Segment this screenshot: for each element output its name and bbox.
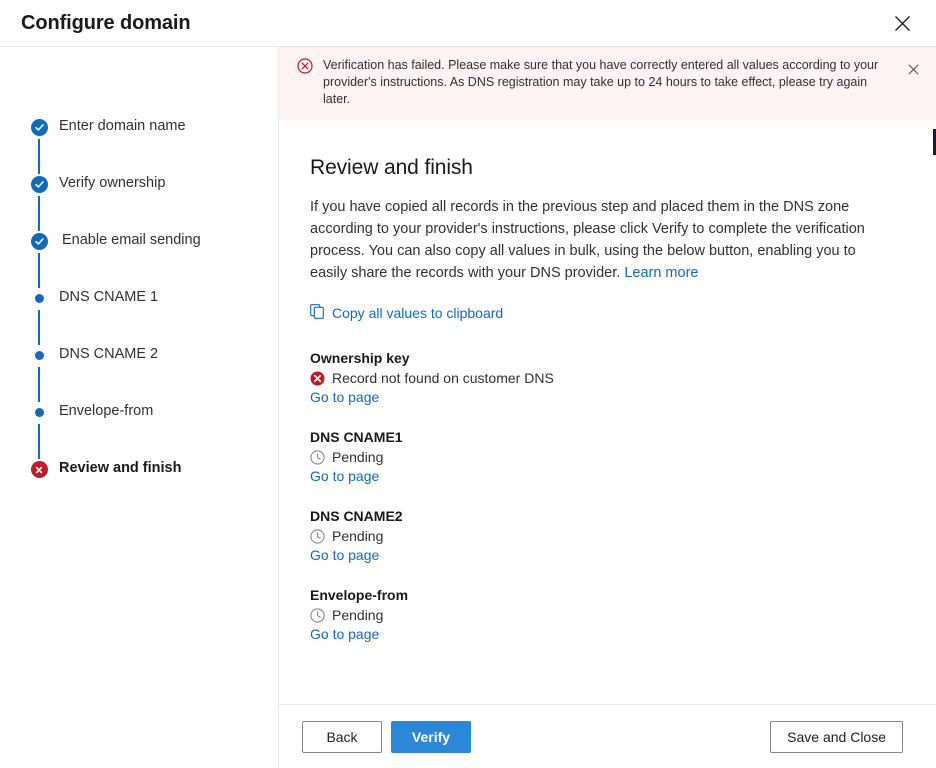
dot-icon	[35, 294, 44, 303]
wizard-rail: Enter domain name Verify ownership	[0, 47, 279, 768]
error-banner: Verification has failed. Please make sur…	[279, 47, 936, 120]
step-connector	[38, 139, 40, 174]
learn-more-link[interactable]: Learn more	[624, 265, 698, 281]
go-to-page-link[interactable]: Go to page	[310, 547, 379, 563]
step-marker	[30, 459, 48, 478]
go-to-page-link[interactable]: Go to page	[310, 626, 379, 642]
record-item-envelope-from: Envelope-from Pending Go t	[310, 587, 896, 644]
wizard-step-list: Enter domain name Verify ownership	[0, 117, 278, 478]
record-status: Pending	[310, 528, 896, 544]
sidebar-item-label: Envelope-from	[48, 402, 153, 421]
step-connector	[38, 196, 40, 231]
verify-button[interactable]: Verify	[391, 721, 471, 753]
sidebar-item-enter-domain-name[interactable]: Enter domain name	[30, 117, 278, 174]
step-connector	[38, 310, 40, 345]
record-item-dns-cname2: DNS CNAME2 Pending Go to p	[310, 508, 896, 565]
dialog-body: Enter domain name Verify ownership	[0, 47, 936, 768]
copy-icon	[310, 304, 325, 322]
dismiss-icon[interactable]	[902, 58, 924, 80]
record-status: Record not found on customer DNS	[310, 370, 896, 386]
copy-all-values-button[interactable]: Copy all values to clipboard	[310, 304, 503, 322]
sidebar-item-envelope-from[interactable]: Envelope-from	[30, 402, 278, 459]
record-title: Ownership key	[310, 350, 896, 366]
step-marker	[30, 402, 48, 417]
sidebar-item-label: Review and finish	[48, 459, 181, 478]
step-marker	[30, 288, 48, 303]
step-connector	[38, 424, 40, 459]
dot-icon	[35, 351, 44, 360]
dialog-footer: Back Verify Save and Close	[279, 704, 936, 768]
copy-all-values-label: Copy all values to clipboard	[332, 305, 503, 321]
sidebar-item-label: Enable email sending	[48, 231, 201, 250]
back-button[interactable]: Back	[302, 721, 382, 753]
record-item-ownership-key: Ownership key Record not found on custom…	[310, 350, 896, 407]
dismiss-icon-glyph	[908, 64, 919, 75]
step-connector	[38, 367, 40, 402]
content-scroll-area: Verification has failed. Please make sur…	[279, 47, 936, 704]
record-status: Pending	[310, 607, 896, 623]
check-circle-icon	[31, 176, 48, 193]
clock-icon	[310, 608, 325, 623]
step-marker	[30, 117, 48, 136]
configure-domain-dialog: Configure domain Enter domain name	[0, 0, 936, 768]
sidebar-item-label: DNS CNAME 2	[48, 345, 158, 364]
record-title: Envelope-from	[310, 587, 896, 603]
page-title: Configure domain	[21, 12, 191, 35]
sidebar-item-dns-cname-1[interactable]: DNS CNAME 1	[30, 288, 278, 345]
save-and-close-button[interactable]: Save and Close	[770, 721, 903, 753]
record-status-label: Pending	[332, 607, 383, 623]
step-connector	[38, 253, 40, 288]
footer-left-actions: Back Verify	[302, 721, 471, 753]
sidebar-item-label: Enter domain name	[48, 117, 186, 136]
close-icon-glyph	[894, 15, 911, 32]
clock-icon	[310, 450, 325, 465]
go-to-page-link[interactable]: Go to page	[310, 468, 379, 484]
step-marker	[30, 345, 48, 360]
go-to-page-link[interactable]: Go to page	[310, 389, 379, 405]
record-item-dns-cname1: DNS CNAME1 Pending Go to p	[310, 429, 896, 486]
step-marker	[30, 174, 48, 193]
record-status-label: Pending	[332, 528, 383, 544]
sidebar-item-label: DNS CNAME 1	[48, 288, 158, 307]
dialog-titlebar: Configure domain	[0, 0, 936, 47]
check-circle-icon	[31, 119, 48, 136]
sidebar-item-enable-email-sending[interactable]: Enable email sending	[30, 231, 278, 288]
sidebar-item-dns-cname-2[interactable]: DNS CNAME 2	[30, 345, 278, 402]
sidebar-item-verify-ownership[interactable]: Verify ownership	[30, 174, 278, 231]
error-circle-icon	[297, 58, 313, 79]
close-icon[interactable]	[882, 4, 922, 42]
section-heading: Review and finish	[310, 156, 896, 180]
record-status-label: Record not found on customer DNS	[332, 370, 554, 386]
record-status: Pending	[310, 449, 896, 465]
dot-icon	[35, 408, 44, 417]
step-marker	[30, 231, 48, 250]
review-and-finish-section: Review and finish If you have copied all…	[279, 120, 936, 644]
record-status-list: Ownership key Record not found on custom…	[310, 350, 896, 644]
sidebar-item-label: Verify ownership	[48, 174, 165, 193]
error-circle-filled-icon	[310, 371, 325, 386]
check-circle-icon	[31, 233, 48, 250]
record-title: DNS CNAME2	[310, 508, 896, 524]
error-banner-text: Verification has failed. Please make sur…	[323, 57, 902, 108]
error-circle-filled-icon	[31, 461, 48, 478]
content-pane: Verification has failed. Please make sur…	[279, 47, 936, 768]
record-status-label: Pending	[332, 449, 383, 465]
clock-icon	[310, 529, 325, 544]
sidebar-item-review-and-finish[interactable]: Review and finish	[30, 459, 278, 478]
section-description-text: If you have copied all records in the pr…	[310, 199, 865, 281]
section-description: If you have copied all records in the pr…	[310, 196, 888, 284]
record-title: DNS CNAME1	[310, 429, 896, 445]
footer-right-actions: Save and Close	[770, 721, 903, 753]
